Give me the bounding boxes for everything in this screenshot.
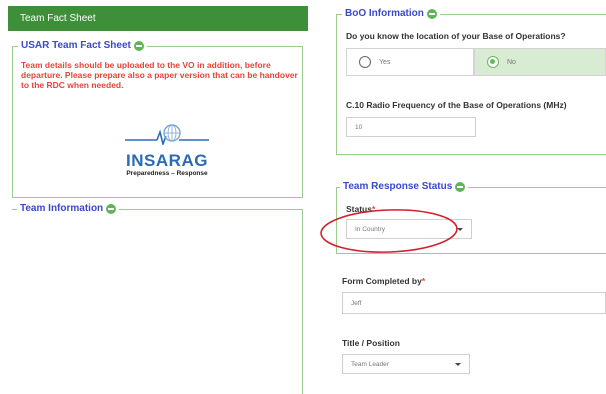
title-position-select[interactable]: Team Leader: [342, 354, 470, 374]
boo-location-question: Do you know the location of your Base of…: [346, 31, 566, 41]
status-label: Status*: [346, 204, 375, 214]
title-position-label: Title / Position: [342, 338, 400, 348]
blank-area: [0, 218, 300, 394]
form-completed-by-input[interactable]: Jeff: [342, 292, 606, 314]
left-panel: Team Fact Sheet USAR Team Fact Sheet Tea…: [0, 0, 312, 394]
required-asterisk: *: [421, 276, 426, 286]
title-position-value: Team Leader: [351, 360, 389, 368]
team-fact-sheet-title-bar: Team Fact Sheet: [8, 6, 308, 31]
radio-option-yes[interactable]: Yes: [346, 48, 474, 76]
usar-team-fact-sheet-legend-label: USAR Team Fact Sheet: [21, 40, 131, 51]
section-border: [336, 14, 337, 154]
usar-team-fact-sheet-section: USAR Team Fact Sheet Team details should…: [12, 40, 303, 198]
team-information-legend[interactable]: Team Information: [17, 203, 120, 214]
radio-button-icon[interactable]: [359, 56, 371, 68]
radio-button-selected-icon[interactable]: [487, 56, 499, 68]
usar-team-fact-sheet-legend[interactable]: USAR Team Fact Sheet: [18, 40, 147, 51]
section-border: [302, 226, 303, 390]
section-border: [422, 14, 606, 15]
required-asterisk: *: [371, 204, 376, 214]
radio-option-yes-label: Yes: [379, 58, 391, 66]
section-border: [336, 154, 606, 155]
insarag-wordmark: INSARAG: [126, 151, 208, 170]
boo-information-legend-label: BoO Information: [345, 8, 424, 19]
section-border: [336, 253, 606, 254]
collapse-toggle-icon[interactable]: [426, 8, 437, 19]
form-completed-by-label: Form Completed by*: [342, 276, 425, 286]
form-completed-by-label-text: Form Completed by: [342, 276, 422, 286]
section-border: [336, 187, 337, 253]
radio-option-no[interactable]: No: [474, 48, 606, 76]
radio-frequency-input[interactable]: 10: [346, 117, 476, 137]
upload-warning-text: Team details should be uploaded to the V…: [21, 60, 298, 90]
collapse-toggle-icon[interactable]: [455, 181, 466, 192]
status-select-value: In Country: [355, 225, 385, 233]
radio-option-no-label: No: [507, 58, 516, 66]
insarag-tagline: Preparedness – Response: [126, 170, 208, 177]
form-completed-by-value: Jeff: [351, 299, 362, 307]
radio-frequency-value: 10: [355, 123, 363, 131]
right-panel: BoO Information Do you know the location…: [322, 0, 606, 394]
insarag-logo: INSARAG Preparedness – Response: [117, 123, 217, 181]
radio-frequency-label: C.10 Radio Frequency of the Base of Oper…: [346, 100, 567, 110]
boo-information-legend[interactable]: BoO Information: [342, 8, 440, 19]
status-label-text: Status: [346, 204, 372, 214]
team-response-status-legend-label: Team Response Status: [343, 181, 453, 192]
chevron-down-icon[interactable]: [457, 228, 463, 231]
collapse-toggle-icon[interactable]: [106, 203, 117, 214]
collapse-toggle-icon[interactable]: [133, 40, 144, 51]
status-select[interactable]: In Country: [346, 219, 472, 239]
team-information-legend-label: Team Information: [20, 203, 104, 214]
section-border: [452, 187, 606, 188]
team-response-status-legend[interactable]: Team Response Status: [340, 181, 469, 192]
un-emblem-icon: [125, 124, 209, 147]
chevron-down-icon[interactable]: [455, 363, 461, 366]
